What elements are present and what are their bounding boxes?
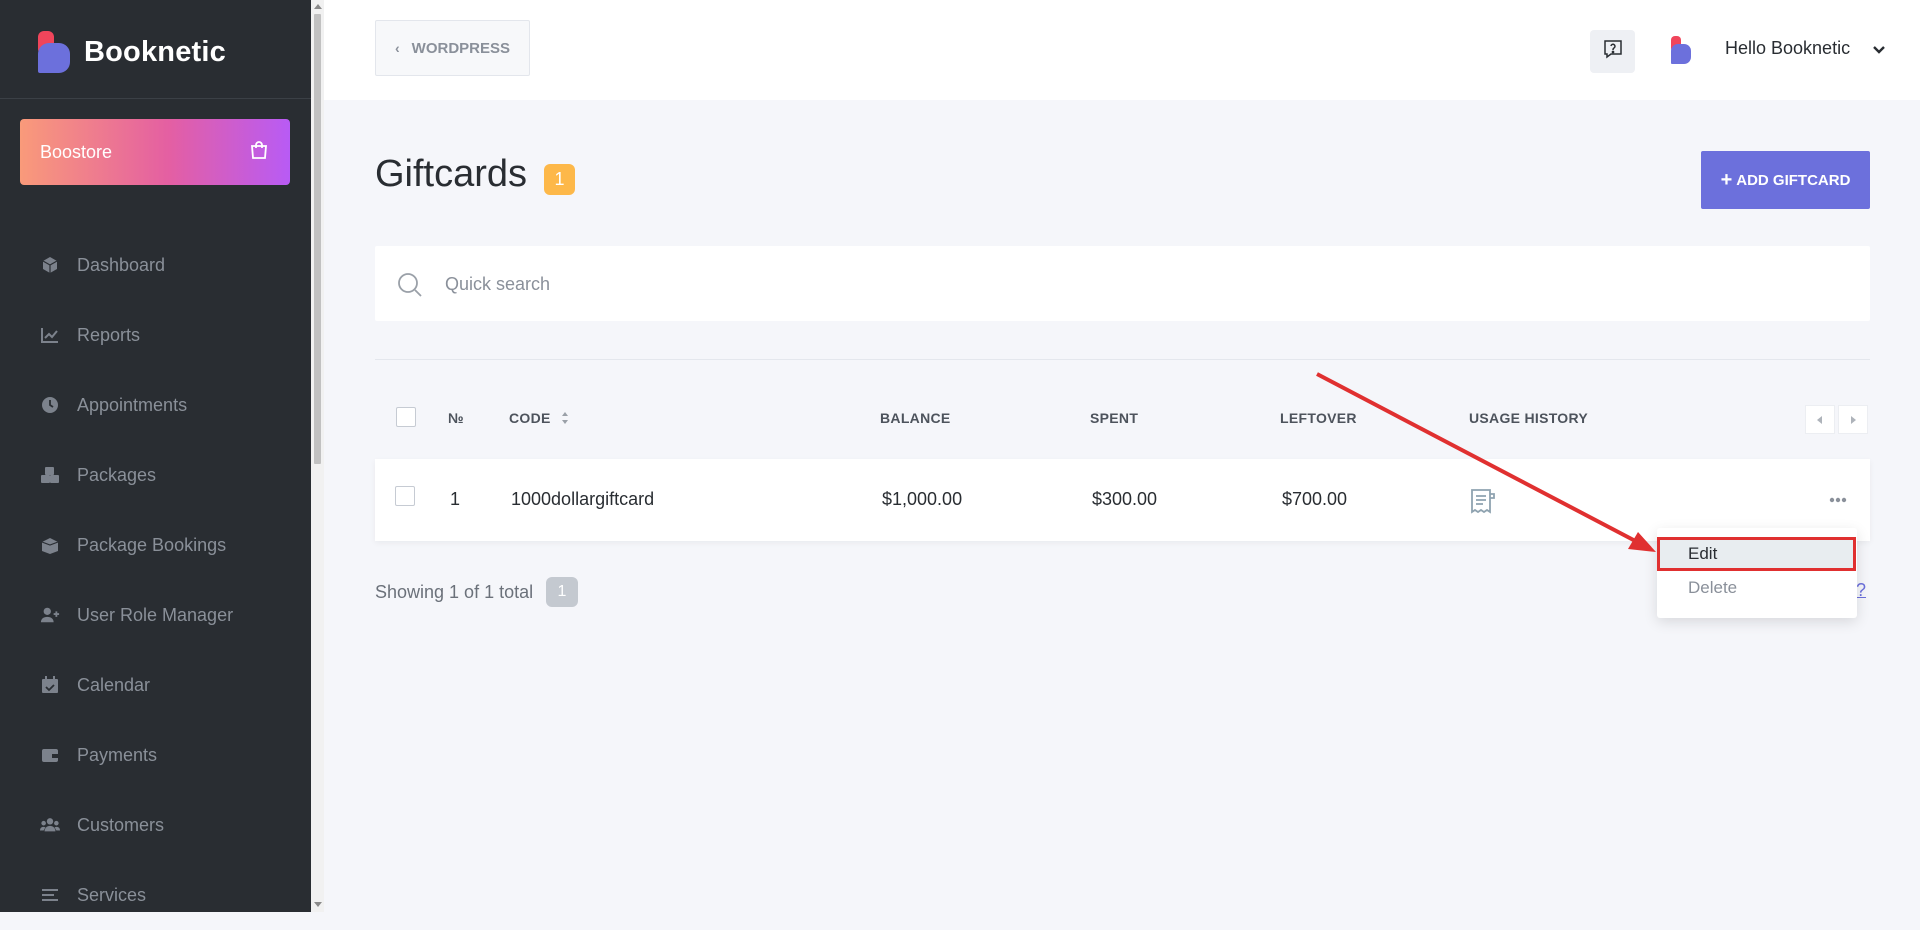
sidebar-item-customers[interactable]: Customers (0, 790, 311, 860)
sidebar-item-label: User Role Manager (77, 604, 234, 625)
sidebar-item-services[interactable]: Services (0, 860, 311, 930)
sidebar-item-label: Dashboard (77, 254, 166, 275)
select-all-checkbox[interactable] (396, 407, 416, 427)
receipt-icon[interactable] (1469, 488, 1497, 519)
brand-name: Booknetic (84, 35, 226, 68)
sort-icon[interactable] (561, 411, 569, 428)
column-header-balance: BALANCE (880, 410, 951, 426)
column-header-code[interactable]: CODE (509, 410, 569, 428)
users-icon (40, 815, 60, 835)
caret-left-icon (1817, 411, 1823, 429)
wallet-icon (40, 745, 60, 765)
sidebar-item-dashboard[interactable]: Dashboard (0, 230, 311, 300)
sidebar-nav: Dashboard Reports Appointments Packages … (0, 230, 311, 930)
user-avatar-icon[interactable] (1671, 36, 1691, 64)
search-input[interactable] (443, 262, 1847, 306)
table-row[interactable]: 1 1000dollargiftcard $1,000.00 $300.00 $… (375, 459, 1870, 541)
sidebar-divider (0, 98, 311, 99)
page-number-badge[interactable]: 1 (546, 577, 578, 607)
sidebar-item-label: Services (77, 884, 147, 905)
sidebar-item-reports[interactable]: Reports (0, 300, 311, 370)
sidebar: Booknetic Boostore Dashboard Reports App… (0, 0, 311, 912)
user-greeting[interactable]: Hello Booknetic (1725, 38, 1850, 59)
sidebar-item-label: Package Bookings (77, 534, 227, 555)
booknetic-logo-icon (38, 31, 70, 73)
row-checkbox[interactable] (395, 486, 415, 506)
back-label: WORDPRESS (411, 39, 510, 57)
cell-no: 1 (450, 489, 461, 509)
chart-line-icon (40, 325, 60, 345)
sidebar-item-label: Payments (77, 744, 158, 765)
sidebar-item-payments[interactable]: Payments (0, 720, 311, 790)
sidebar-item-label: Reports (77, 324, 141, 345)
cell-spent: $300.00 (1092, 489, 1158, 509)
scroll-down-icon[interactable] (314, 902, 322, 907)
calendar-check-icon (40, 675, 60, 695)
chevron-down-icon[interactable] (1873, 42, 1885, 60)
list-icon (40, 885, 60, 905)
column-header-spent: SPENT (1090, 410, 1139, 426)
add-giftcard-button[interactable]: + ADD GIFTCARD (1701, 151, 1870, 209)
boxes-icon (40, 465, 60, 485)
scroll-left-button[interactable] (1805, 405, 1835, 434)
boostore-button[interactable]: Boostore (20, 119, 290, 185)
ellipsis-icon (1829, 490, 1847, 508)
caret-right-icon (1850, 411, 1856, 429)
showing-text: Showing 1 of 1 total (375, 582, 534, 602)
count-badge: 1 (544, 164, 575, 195)
brand[interactable]: Booknetic (38, 30, 226, 74)
cell-balance: $1,000.00 (882, 489, 963, 509)
search-box (375, 246, 1870, 321)
question-chat-icon (1602, 38, 1624, 65)
sidebar-item-label: Appointments (77, 394, 188, 415)
column-header-usage-history: USAGE HISTORY (1469, 410, 1589, 426)
add-giftcard-label: ADD GIFTCARD (1736, 171, 1851, 189)
back-to-wordpress-button[interactable]: ‹ WORDPRESS (375, 20, 530, 76)
help-link[interactable]: ? (1856, 580, 1866, 601)
sidebar-item-label: Packages (77, 464, 157, 485)
page-scrollbar[interactable] (311, 0, 324, 912)
shopping-bag-icon (248, 139, 270, 166)
divider (375, 359, 1870, 360)
user-plus-icon (40, 605, 60, 625)
sidebar-item-package-bookings[interactable]: Package Bookings (0, 510, 311, 580)
annotation-highlight-box (1657, 537, 1856, 571)
page-title: Giftcards (375, 153, 528, 195)
scrollbar-thumb[interactable] (314, 14, 321, 464)
cube-icon (40, 255, 60, 275)
sidebar-item-appointments[interactable]: Appointments (0, 370, 311, 440)
clock-icon (40, 395, 60, 415)
sidebar-item-calendar[interactable]: Calendar (0, 650, 311, 720)
boostore-label: Boostore (40, 141, 113, 162)
menu-item-delete[interactable]: Delete (1688, 578, 1737, 598)
plus-icon: + (1720, 168, 1733, 191)
chevron-left-icon: ‹ (394, 40, 400, 56)
box-open-icon (40, 535, 60, 555)
sidebar-item-label: Calendar (77, 674, 151, 695)
cell-leftover: $700.00 (1282, 489, 1348, 509)
cell-code: 1000dollargiftcard (511, 489, 655, 509)
sidebar-item-packages[interactable]: Packages (0, 440, 311, 510)
column-header-code-label: CODE (509, 410, 551, 426)
column-header-no: № (448, 410, 464, 426)
column-header-leftover: LEFTOVER (1280, 410, 1357, 426)
search-icon (397, 272, 423, 303)
sidebar-item-user-role-manager[interactable]: User Role Manager (0, 580, 311, 650)
more-options-button[interactable] (1826, 487, 1850, 511)
scroll-right-button[interactable] (1838, 405, 1868, 434)
sidebar-item-label: Customers (77, 814, 165, 835)
scroll-up-icon[interactable] (314, 4, 322, 9)
help-button[interactable] (1590, 30, 1635, 73)
